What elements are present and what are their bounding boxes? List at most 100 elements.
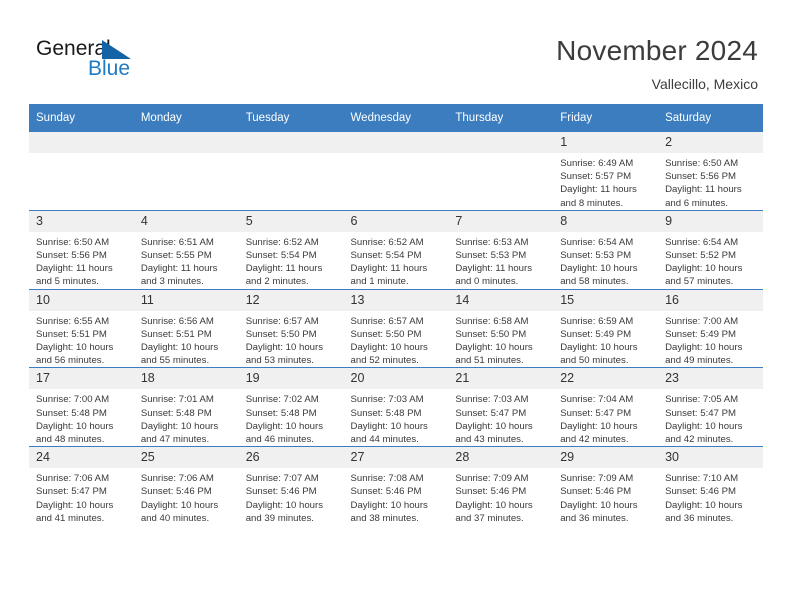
sunrise-text: Sunrise: 7:00 AM [36, 394, 110, 406]
sunrise-text: Sunrise: 7:09 AM [455, 473, 529, 485]
daylight-text-line2: and 47 minutes. [140, 434, 210, 446]
sunrise-text: Sunrise: 6:51 AM [140, 236, 214, 248]
calendar-day-cell[interactable]: 12 Sunrise: 6:57 AM Sunset: 5:50 PM Dayligh… [238, 288, 344, 368]
daylight-text-line2: and 50 minutes. [560, 355, 629, 367]
day-info: Sunrise: 6:59 AM Sunset: 5:49 PM Daylight:… [553, 311, 658, 368]
sunset-text: Sunset: 5:46 PM [665, 486, 736, 498]
sunset-text: Sunset: 5:55 PM [140, 250, 212, 262]
calendar-day-cell[interactable]: 5 Sunrise: 6:52 AM Sunset: 5:54 PM Daylight… [238, 209, 344, 290]
calendar-day-cell[interactable]: 19 Sunrise: 7:02 AM Sunset: 5:48 PM Dayligh… [238, 367, 344, 447]
calendar-day-cell[interactable]: 22 Sunrise: 7:04 AM Sunset: 5:47 PM Dayligh… [553, 367, 659, 447]
daylight-text-line2: and 8 minutes. [560, 197, 624, 209]
day-number: 2 [658, 132, 763, 153]
sunset-text: Sunset: 5:46 PM [245, 486, 317, 498]
day-number: 29 [553, 447, 659, 469]
calendar-day-cell[interactable]: 15 Sunrise: 6:59 AM Sunset: 5:49 PM Dayligh… [553, 288, 659, 368]
sunset-text: Sunset: 5:50 PM [455, 328, 527, 340]
daylight-text-line2: and 46 minutes. [245, 434, 314, 446]
calendar-day-cell[interactable]: 23 Sunrise: 7:05 AM Sunset: 5:47 PM Dayligh… [658, 367, 763, 447]
calendar-day-cell-empty [29, 132, 134, 211]
calendar-day-cell[interactable]: 25 Sunrise: 7:06 AM Sunset: 5:46 PM Dayligh… [133, 446, 239, 526]
sunset-text: Sunset: 5:50 PM [350, 328, 422, 340]
sunrise-text: Sunrise: 7:03 AM [350, 394, 424, 406]
day-info: Sunrise: 6:52 AM Sunset: 5:54 PM Daylight:… [344, 232, 449, 289]
day-number: 16 [658, 289, 763, 311]
calendar-day-cell[interactable]: 10 Sunrise: 6:55 AM Sunset: 5:51 PM Dayligh… [29, 288, 134, 368]
logo-text-blue: Blue [88, 57, 131, 80]
sunrise-text: Sunrise: 7:06 AM [36, 473, 110, 485]
daylight-text-line1: Daylight: 10 hours [665, 263, 743, 275]
day-number: 17 [29, 368, 134, 390]
daylight-text-line1: Daylight: 10 hours [455, 420, 533, 432]
calendar-day-cell[interactable]: 17 Sunrise: 7:00 AM Sunset: 5:48 PM Dayligh… [29, 367, 134, 447]
sunrise-text: Sunrise: 7:05 AM [665, 394, 739, 406]
calendar-day-cell[interactable]: 7 Sunrise: 6:53 AM Sunset: 5:53 PM Daylight… [448, 209, 554, 290]
calendar-day-cell[interactable]: 20 Sunrise: 7:03 AM Sunset: 5:48 PM Dayligh… [343, 367, 449, 447]
day-number: 21 [448, 368, 554, 390]
calendar-day-cell[interactable]: 24 Sunrise: 7:06 AM Sunset: 5:47 PM Dayligh… [29, 446, 134, 526]
title-block: November 2024 Vallecillo, Mexico [556, 34, 758, 93]
sunrise-text: Sunrise: 7:00 AM [665, 315, 739, 327]
daylight-text-line1: Daylight: 10 hours [350, 499, 428, 511]
calendar-day-cell[interactable]: 13 Sunrise: 6:57 AM Sunset: 5:50 PM Dayligh… [343, 288, 449, 368]
calendar-day-cell[interactable]: 26 Sunrise: 7:07 AM Sunset: 5:46 PM Dayligh… [238, 446, 344, 526]
day-number: 9 [658, 210, 763, 232]
sunset-text: Sunset: 5:48 PM [350, 407, 422, 419]
day-info: Sunrise: 7:01 AM Sunset: 5:48 PM Daylight:… [134, 389, 239, 446]
day-number: 5 [238, 210, 344, 232]
day-info: Sunrise: 6:52 AM Sunset: 5:54 PM Daylight:… [239, 232, 344, 289]
daylight-text-line2: and 39 minutes. [245, 512, 314, 524]
sunrise-text: Sunrise: 7:08 AM [350, 473, 424, 485]
weekday-header-saturday: Saturday [658, 104, 763, 132]
sunset-text: Sunset: 5:54 PM [350, 250, 422, 262]
calendar-day-cell[interactable]: 2 Sunrise: 6:50 AM Sunset: 5:56 PM Daylight… [658, 132, 763, 211]
calendar-day-cell[interactable]: 27 Sunrise: 7:08 AM Sunset: 5:46 PM Dayligh… [343, 446, 449, 526]
calendar-day-cell[interactable]: 1 Sunrise: 6:49 AM Sunset: 5:57 PM Daylight… [553, 132, 659, 211]
calendar-day-cell[interactable]: 16 Sunrise: 7:00 AM Sunset: 5:49 PM Dayligh… [658, 288, 763, 368]
day-info: Sunrise: 7:06 AM Sunset: 5:47 PM Daylight:… [29, 468, 134, 525]
daylight-text-line1: Daylight: 10 hours [560, 499, 638, 511]
daylight-text-line1: Daylight: 10 hours [36, 420, 114, 432]
calendar-day-cell[interactable]: 18 Sunrise: 7:01 AM Sunset: 5:48 PM Dayligh… [133, 367, 239, 447]
sunrise-text: Sunrise: 6:50 AM [36, 236, 110, 248]
calendar-day-cell[interactable]: 28 Sunrise: 7:09 AM Sunset: 5:46 PM Dayligh… [448, 446, 554, 526]
daylight-text-line2: and 37 minutes. [455, 512, 524, 524]
daylight-text-line2: and 56 minutes. [36, 355, 105, 367]
calendar-day-cell[interactable]: 11 Sunrise: 6:56 AM Sunset: 5:51 PM Dayligh… [133, 288, 239, 368]
day-number: 26 [238, 447, 344, 469]
day-number: 28 [448, 447, 554, 469]
general-blue-logo[interactable]: General Blue [36, 38, 146, 84]
calendar-day-cell[interactable]: 4 Sunrise: 6:51 AM Sunset: 5:55 PM Daylight… [133, 209, 239, 290]
day-number: 27 [343, 447, 449, 469]
daylight-text-line1: Daylight: 10 hours [245, 342, 324, 354]
daylight-text-line2: and 55 minutes. [140, 355, 210, 367]
calendar-day-cell[interactable]: 21 Sunrise: 7:03 AM Sunset: 5:47 PM Dayligh… [448, 367, 554, 447]
calendar-head: Sunday Monday Tuesday Wednesday Thursday… [29, 104, 763, 132]
calendar-week-row: 10 Sunrise: 6:55 AM Sunset: 5:51 PM Dayligh… [29, 288, 763, 368]
calendar-page: General Blue November 2024 Vallecillo, M… [0, 0, 792, 612]
sunrise-text: Sunrise: 6:49 AM [560, 158, 634, 169]
daylight-text-line1: Daylight: 10 hours [36, 342, 114, 354]
day-info: Sunrise: 7:06 AM Sunset: 5:46 PM Daylight:… [134, 468, 239, 525]
day-info: Sunrise: 7:10 AM Sunset: 5:46 PM Daylight:… [658, 468, 763, 525]
daylight-text-line1: Daylight: 10 hours [245, 420, 324, 432]
day-number [133, 132, 239, 153]
calendar-day-cell[interactable]: 30 Sunrise: 7:10 AM Sunset: 5:46 PM Dayligh… [658, 446, 763, 526]
daylight-text-line1: Daylight: 11 hours [455, 263, 532, 275]
calendar-day-cell[interactable]: 29 Sunrise: 7:09 AM Sunset: 5:46 PM Dayligh… [553, 446, 659, 526]
day-number: 20 [343, 368, 449, 390]
day-number: 7 [448, 210, 554, 232]
calendar-day-cell[interactable]: 3 Sunrise: 6:50 AM Sunset: 5:56 PM Daylight… [29, 209, 134, 290]
sunrise-text: Sunrise: 6:55 AM [36, 315, 110, 327]
day-number: 8 [553, 210, 659, 232]
daylight-text-line2: and 49 minutes. [665, 355, 734, 367]
daylight-text-line2: and 38 minutes. [350, 512, 419, 524]
daylight-text-line2: and 43 minutes. [455, 434, 524, 446]
calendar-day-cell[interactable]: 9 Sunrise: 6:54 AM Sunset: 5:52 PM Daylight… [658, 209, 763, 290]
calendar-day-cell[interactable]: 8 Sunrise: 6:54 AM Sunset: 5:53 PM Daylight… [553, 209, 659, 290]
sunset-text: Sunset: 5:53 PM [455, 250, 527, 262]
calendar-day-cell[interactable]: 14 Sunrise: 6:58 AM Sunset: 5:50 PM Dayligh… [448, 288, 554, 368]
calendar-day-cell[interactable]: 6 Sunrise: 6:52 AM Sunset: 5:54 PM Daylight… [343, 209, 449, 290]
sunrise-text: Sunrise: 7:09 AM [560, 473, 634, 485]
day-info: Sunrise: 7:02 AM Sunset: 5:48 PM Daylight:… [239, 389, 344, 446]
